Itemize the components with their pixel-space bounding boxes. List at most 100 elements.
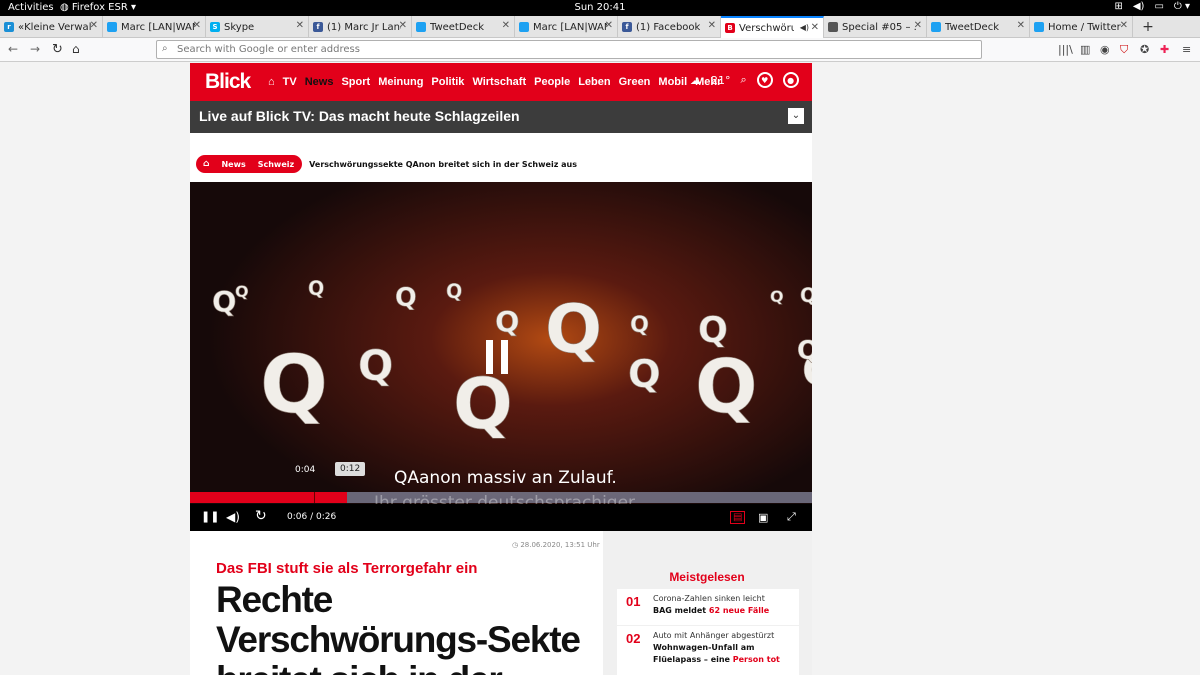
close-icon[interactable]: ✕ [502,20,510,31]
current-time: 0:06 [287,512,308,522]
browser-tab[interactable]: Marc [LAN|WAN ✕ [515,16,618,38]
browser-tab[interactable]: r «Kleine Verwalt ✕ [0,16,103,38]
browser-tab[interactable]: B Verschwörun ◀)✕ [721,16,824,38]
back-arrow-icon[interactable]: ← [8,42,18,56]
twitter-icon [416,22,426,32]
seek-bar-hover-marker [314,492,316,503]
web-page: Blick ⌂ TV News Sport Meinung Politik Wirtsch… [190,63,812,675]
nav-link-people[interactable]: People [534,76,570,88]
most-read-headline-cont: Flüelapass – eine Person tot [653,655,780,664]
nav-link-sport[interactable]: Sport [341,76,370,88]
q-mask: Q [695,345,758,430]
main-navigation: ⌂ TV News Sport Meinung Politik Wirtschaft Peo… [268,76,721,88]
headline-line: Rechte [216,579,333,620]
close-icon[interactable]: ✕ [1120,20,1128,31]
close-icon[interactable]: ✕ [399,20,407,31]
nav-link-leben[interactable]: Leben [578,76,610,88]
blick-icon: B [725,23,735,33]
close-icon[interactable]: ✕ [708,20,716,31]
tab-title: Verschwörun [739,22,794,34]
q-mask: Q [235,282,249,301]
weather-temperature[interactable]: 21° [711,74,731,87]
most-read-headline: BAG meldet 62 neue Fälle [653,606,769,615]
addon-icon[interactable]: ✚ [1160,43,1169,56]
captions-icon[interactable]: ▤ [730,511,746,524]
ublock-icon[interactable]: ⛉ [1120,43,1128,57]
most-read-headline: Wohnwagen-Unfall am [653,643,755,652]
search-icon[interactable]: ⌕ [741,73,747,87]
q-mask: Q [545,290,602,368]
close-icon[interactable]: ✕ [914,20,922,31]
q-mask: Q [446,280,462,303]
close-icon[interactable]: ✕ [90,20,98,31]
library-icon[interactable]: |||\ [1058,43,1073,56]
nav-link-wirtschaft[interactable]: Wirtschaft [472,76,526,88]
fullscreen-icon[interactable]: ⤢ [787,510,796,524]
breadcrumb-current: Verschwörungssekte QAnon breitet sich in… [309,159,577,169]
volume-icon[interactable]: ◀) [226,510,240,524]
close-icon[interactable]: ✕ [605,20,613,31]
pause-icon[interactable]: ❚❚ [201,510,219,523]
nav-link-green[interactable]: Green [619,76,651,88]
browser-tab[interactable]: TweetDeck ✕ [412,16,515,38]
user-icon[interactable]: ● [782,72,799,88]
breadcrumb-schweiz[interactable]: Schweiz [251,155,303,173]
power-menu-icon: ⏻ ▾ [1173,1,1190,12]
browser-tab[interactable]: S Skype ✕ [206,16,309,38]
nav-link-mobil[interactable]: Mobil [658,76,687,88]
article-date: 28.06.2020, 13:51 Uhr [520,541,600,549]
system-tray[interactable]: ⊞ ◀) ▭ ⏻ ▾ [1114,1,1190,12]
close-icon[interactable]: ✕ [811,22,819,33]
breadcrumb-news[interactable]: News [215,155,252,173]
address-bar[interactable]: ⌕ Search with Google or enter address [156,40,982,59]
browser-tab[interactable]: f (1) Marc Jr Land ✕ [309,16,412,38]
reload-icon[interactable]: ↻ [52,42,63,57]
q-mask: Q [260,338,328,431]
forward-arrow-icon[interactable]: → [30,42,40,56]
tab-title: Skype [224,21,255,33]
video-player[interactable]: QQQQQQQQQQQQQQQQQQ 0:04 0:12 QAanon mass… [190,182,812,531]
picture-in-picture-icon[interactable]: ▣ [758,511,768,524]
article-headline: Rechte Verschwörungs-Sekte breitet sich … [216,580,596,675]
browser-tab[interactable]: TweetDeck ✕ [927,16,1030,38]
video-time: 0:06 / 0:26 [287,512,336,522]
blick-logo[interactable]: Blick [205,70,251,94]
nav-link-news[interactable]: News [305,76,334,88]
most-read-item[interactable]: 01 Corona-Zahlen sinken leicht BAG melde… [617,589,799,625]
most-read-item[interactable]: 02 Auto mit Anhänger abgestürzt Wohnwage… [617,626,799,675]
nav-link-politik[interactable]: Politik [431,76,464,88]
browser-tab[interactable]: Special #05 – ... ✕ [824,16,927,38]
new-tab-button[interactable]: + [1133,16,1163,37]
sidebar-icon[interactable]: ▥ [1080,43,1090,56]
tab-title: (1) Facebook [636,21,701,33]
replay-icon[interactable]: ↻ [255,508,267,524]
page-scrollbar[interactable] [1190,63,1200,675]
tab-title: Marc [LAN|WAN [533,21,607,33]
browser-tab[interactable]: Home / Twitter ✕ [1030,16,1133,38]
chevron-down-icon[interactable]: ⌄ [788,108,804,124]
nav-link-tv[interactable]: TV [283,76,297,88]
facebook-icon: f [622,22,632,32]
close-icon[interactable]: ✕ [296,20,304,31]
clock[interactable]: Sun 20:41 [0,2,1200,13]
tab-title: Special #05 – ... [842,21,916,33]
address-bar-placeholder: Search with Google or enter address [177,44,360,55]
home-icon[interactable]: ⌂ [72,42,80,56]
close-icon[interactable]: ✕ [193,20,201,31]
live-tv-bar[interactable]: Live auf Blick TV: Das macht heute Schla… [190,101,812,133]
tab-audio-icon[interactable]: ◀) [800,23,809,32]
hamburger-menu-icon[interactable]: ≡ [1182,43,1191,56]
account-icon[interactable]: ◉ [1100,43,1110,56]
twitter-icon [1034,22,1044,32]
close-icon[interactable]: ✕ [1017,20,1025,31]
nav-link-meinung[interactable]: Meinung [378,76,423,88]
browser-tab[interactable]: Marc [LAN|WAN ✕ [103,16,206,38]
article-dateline: ◷ 28.06.2020, 13:51 Uhr [512,541,600,549]
extension-icon[interactable]: ✪ [1140,43,1149,56]
shield-icon[interactable]: ♥ [756,72,773,88]
browser-tab[interactable]: f (1) Facebook ✕ [618,16,721,38]
home-icon[interactable]: ⌂ [196,155,216,173]
home-icon[interactable]: ⌂ [268,76,275,88]
duration: 0:26 [316,512,337,522]
weather-icon[interactable]: ☁ [690,74,701,87]
